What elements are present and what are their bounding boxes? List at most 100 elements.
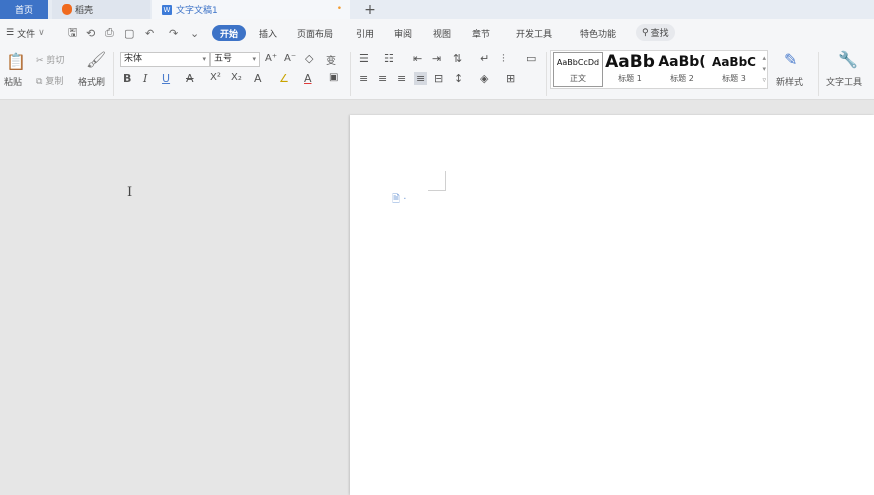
file-menu[interactable]: ☰ 文件 ∨ — [6, 19, 45, 47]
hamburger-icon: ☰ — [6, 28, 15, 38]
distribute-button[interactable]: ⊟ — [434, 72, 443, 85]
superscript-button[interactable]: X² — [210, 72, 221, 83]
align-center-button[interactable]: ≡ — [378, 72, 387, 85]
tab-home[interactable]: 首页 — [0, 0, 48, 19]
menu-start[interactable]: 开始 — [212, 25, 247, 41]
document-workspace: I 🗎 · — [0, 101, 874, 495]
highlight-button[interactable]: ∠ — [279, 72, 289, 85]
menu-developer[interactable]: 开发工具 — [516, 19, 552, 47]
search-icon: ⚲ — [642, 27, 649, 38]
font-name-select[interactable]: 宋体 ▾ — [120, 52, 210, 67]
style-heading-2-sample: AaBb( — [658, 54, 706, 70]
subscript-button[interactable]: X₂ — [231, 72, 242, 83]
align-left-button[interactable]: ≡ — [359, 72, 368, 85]
chevron-down-icon: ▾ — [252, 55, 256, 63]
word-doc-icon: W — [162, 4, 172, 15]
redo-button[interactable]: ↷ — [169, 19, 178, 47]
style-heading-1-sample: AaBb — [605, 52, 655, 72]
sort-button[interactable]: ⇅ — [453, 52, 462, 65]
styles-scroll[interactable]: ▴ ▾ ▿ — [762, 53, 766, 86]
font-size-value: 五号 — [214, 54, 233, 64]
new-style-button[interactable]: 新样式 — [776, 75, 803, 88]
justify-button[interactable]: ≡ — [414, 72, 428, 85]
tab-document[interactable]: W 文字文稿1 • — [152, 0, 350, 19]
numbering-button[interactable]: ☷ — [384, 52, 394, 65]
format-painter-icon[interactable]: 🖌 — [86, 50, 106, 69]
export-pdf-button[interactable]: ⟲ — [86, 19, 95, 47]
style-heading-1-label: 标题 1 — [618, 74, 642, 83]
paste-button[interactable]: 粘贴 — [4, 75, 22, 88]
show-marks-button[interactable]: ↵ — [480, 52, 489, 65]
document-page[interactable]: 🗎 · — [350, 115, 874, 495]
new-tab-button[interactable]: + — [360, 0, 380, 19]
search-button[interactable]: ⚲ 查找 — [636, 24, 675, 41]
tab-docer[interactable]: 稻壳 — [52, 0, 150, 19]
line-spacing-button[interactable]: ↕ — [454, 72, 463, 85]
text-effects-button[interactable]: A — [254, 72, 262, 85]
paste-icon[interactable]: 📋 — [6, 52, 26, 71]
style-heading-3[interactable]: AaBbC 标题 3 — [709, 51, 759, 88]
tab-home-label: 首页 — [14, 6, 33, 16]
chevron-down-icon: ∨ — [38, 28, 45, 38]
file-menu-label: 文件 — [17, 29, 36, 40]
style-normal[interactable]: AaBbCcDd 正文 — [553, 52, 603, 87]
indent-button[interactable]: ⇥ — [432, 52, 441, 65]
undo-button[interactable]: ↶ — [145, 19, 154, 47]
clear-format-button[interactable]: ◇ — [305, 52, 313, 65]
divider — [546, 52, 547, 96]
underline-button[interactable]: U — [162, 72, 170, 85]
bold-button[interactable]: B — [123, 72, 131, 85]
tab-docer-label: 稻壳 — [75, 6, 94, 16]
menu-chapter[interactable]: 章节 — [472, 19, 490, 47]
borders-button[interactable]: ⊞ — [506, 72, 515, 85]
save-button[interactable]: 🖫 — [68, 19, 77, 47]
menu-page-layout[interactable]: 页面布局 — [297, 19, 333, 47]
paragraph-mark-icon: 🗎 · — [392, 194, 407, 205]
new-style-icon[interactable]: ✎ — [784, 50, 797, 69]
style-normal-label: 正文 — [570, 74, 586, 83]
text-tools-button[interactable]: 文字工具 — [826, 75, 862, 88]
copy-button[interactable]: ⧉ 复制 — [36, 74, 63, 87]
strikethrough-button[interactable]: A — [186, 72, 194, 85]
style-heading-2[interactable]: AaBb( 标题 2 — [656, 51, 708, 88]
grow-font-button[interactable]: A⁺ — [265, 53, 277, 64]
mouse-cursor-icon: I — [127, 185, 133, 200]
customize-toolbar-button[interactable]: ⌄ — [190, 19, 199, 47]
title-bar: 首页 稻壳 W 文字文稿1 • + — [0, 0, 874, 19]
font-name-value: 宋体 — [124, 54, 143, 64]
cut-button[interactable]: ✂ 剪切 — [36, 53, 64, 66]
shading-button[interactable]: ◈ — [480, 72, 488, 85]
search-label: 查找 — [650, 29, 669, 39]
menu-review[interactable]: 审阅 — [394, 19, 412, 47]
copy-icon: ⧉ — [36, 77, 43, 87]
style-heading-3-label: 标题 3 — [722, 74, 746, 83]
phonetic-guide-button[interactable]: 变 — [326, 52, 336, 67]
tab-document-label: 文字文稿1 — [176, 6, 218, 16]
char-border-button[interactable]: ▣ — [329, 72, 338, 83]
style-heading-2-label: 标题 2 — [670, 74, 694, 83]
styles-gallery: AaBbCcDd 正文 AaBb 标题 1 AaBb( 标题 2 AaBbC 标… — [550, 50, 768, 89]
menu-special-features[interactable]: 特色功能 — [580, 19, 616, 47]
outdent-button[interactable]: ⇤ — [413, 52, 422, 65]
style-heading-1[interactable]: AaBb 标题 1 — [605, 51, 655, 88]
menu-insert[interactable]: 插入 — [259, 19, 277, 47]
column-button[interactable]: ⫶ — [502, 52, 505, 66]
shrink-font-button[interactable]: A⁻ — [284, 53, 296, 64]
bullets-button[interactable]: ☰ — [359, 52, 369, 65]
chevron-down-icon: ▾ — [202, 55, 206, 63]
menu-references[interactable]: 引用 — [356, 19, 374, 47]
wrench-icon[interactable]: 🔧 — [838, 50, 858, 69]
menu-view[interactable]: 视图 — [433, 19, 451, 47]
divider — [818, 52, 819, 96]
format-painter-button[interactable]: 格式刷 — [78, 75, 105, 88]
font-color-button[interactable]: A — [304, 72, 312, 85]
italic-button[interactable]: I — [143, 72, 147, 85]
copy-label: 复制 — [45, 77, 64, 87]
unsaved-dot-icon: • — [336, 4, 342, 14]
font-size-select[interactable]: 五号 ▾ — [210, 52, 260, 67]
print-preview-button[interactable]: ▢ — [124, 19, 134, 47]
docer-flame-icon — [62, 4, 72, 15]
print-button[interactable]: ⎙ — [105, 19, 114, 47]
table-layout-button[interactable]: ▭ — [526, 52, 536, 65]
align-right-button[interactable]: ≡ — [397, 72, 406, 85]
